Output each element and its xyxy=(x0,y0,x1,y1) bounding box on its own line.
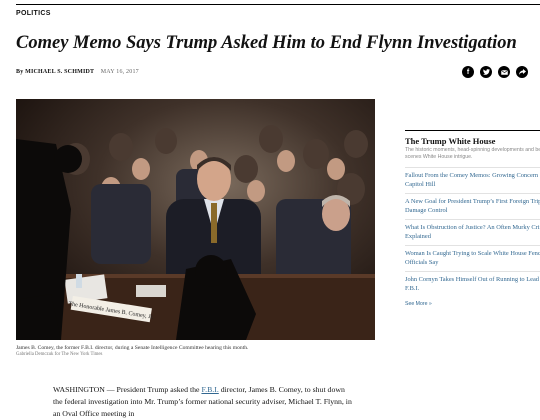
see-more-link[interactable]: See More » xyxy=(405,301,540,307)
share-icon[interactable] xyxy=(516,66,528,78)
list-item: Woman Is Caught Trying to Scale White Ho… xyxy=(405,245,540,271)
list-item: John Cornyn Takes Himself Out of Running… xyxy=(405,271,540,297)
section-label[interactable]: POLITICS xyxy=(16,10,51,17)
byline-author[interactable]: By MICHAEL S. SCHMIDT xyxy=(16,69,94,75)
byline: By MICHAEL S. SCHMIDT MAY 16, 2017 xyxy=(16,69,139,75)
rail-story-list: Fallout From the Comey Memos: Growing Co… xyxy=(405,167,540,297)
photo-caption: James B. Comey, the former F.B.I. direct… xyxy=(16,345,249,351)
article-headline: Comey Memo Says Trump Asked Him to End F… xyxy=(16,33,517,53)
article-lead-paragraph: WASHINGTON — President Trump asked the F… xyxy=(53,384,353,420)
list-item: A New Goal for President Trump’s First F… xyxy=(405,193,540,219)
trump-white-house-rail: The Trump White House The historic momen… xyxy=(405,130,540,307)
list-item: Fallout From the Comey Memos: Growing Co… xyxy=(405,167,540,193)
photo-credit: Gabriella Demczuk for The New York Times xyxy=(16,352,103,357)
rail-story-link[interactable]: What Is Obstruction of Justice? An Often… xyxy=(405,224,540,241)
rail-top-rule xyxy=(405,130,540,131)
section-top-rule xyxy=(16,4,540,5)
lead-photo[interactable]: The Honorable James B. Comey, Jr. xyxy=(16,99,375,340)
email-icon[interactable] xyxy=(498,66,510,78)
rail-title[interactable]: The Trump White House xyxy=(405,136,540,146)
rail-story-link[interactable]: Woman Is Caught Trying to Scale White Ho… xyxy=(405,250,540,267)
twitter-icon[interactable] xyxy=(480,66,492,78)
byline-date: MAY 16, 2017 xyxy=(100,69,139,75)
lead-text-start: WASHINGTON — President Trump asked the xyxy=(53,385,202,394)
list-item: What Is Obstruction of Justice? An Often… xyxy=(405,219,540,245)
rail-story-link[interactable]: John Cornyn Takes Himself Out of Running… xyxy=(405,276,540,293)
rail-description: The historic moments, head-spinning deve… xyxy=(405,147,540,160)
fbi-link[interactable]: F.B.I. xyxy=(201,385,218,394)
facebook-icon[interactable]: f xyxy=(462,66,474,78)
rail-story-link[interactable]: Fallout From the Comey Memos: Growing Co… xyxy=(405,172,540,189)
rail-story-link[interactable]: A New Goal for President Trump’s First F… xyxy=(405,198,540,215)
share-tools: f xyxy=(462,66,528,78)
